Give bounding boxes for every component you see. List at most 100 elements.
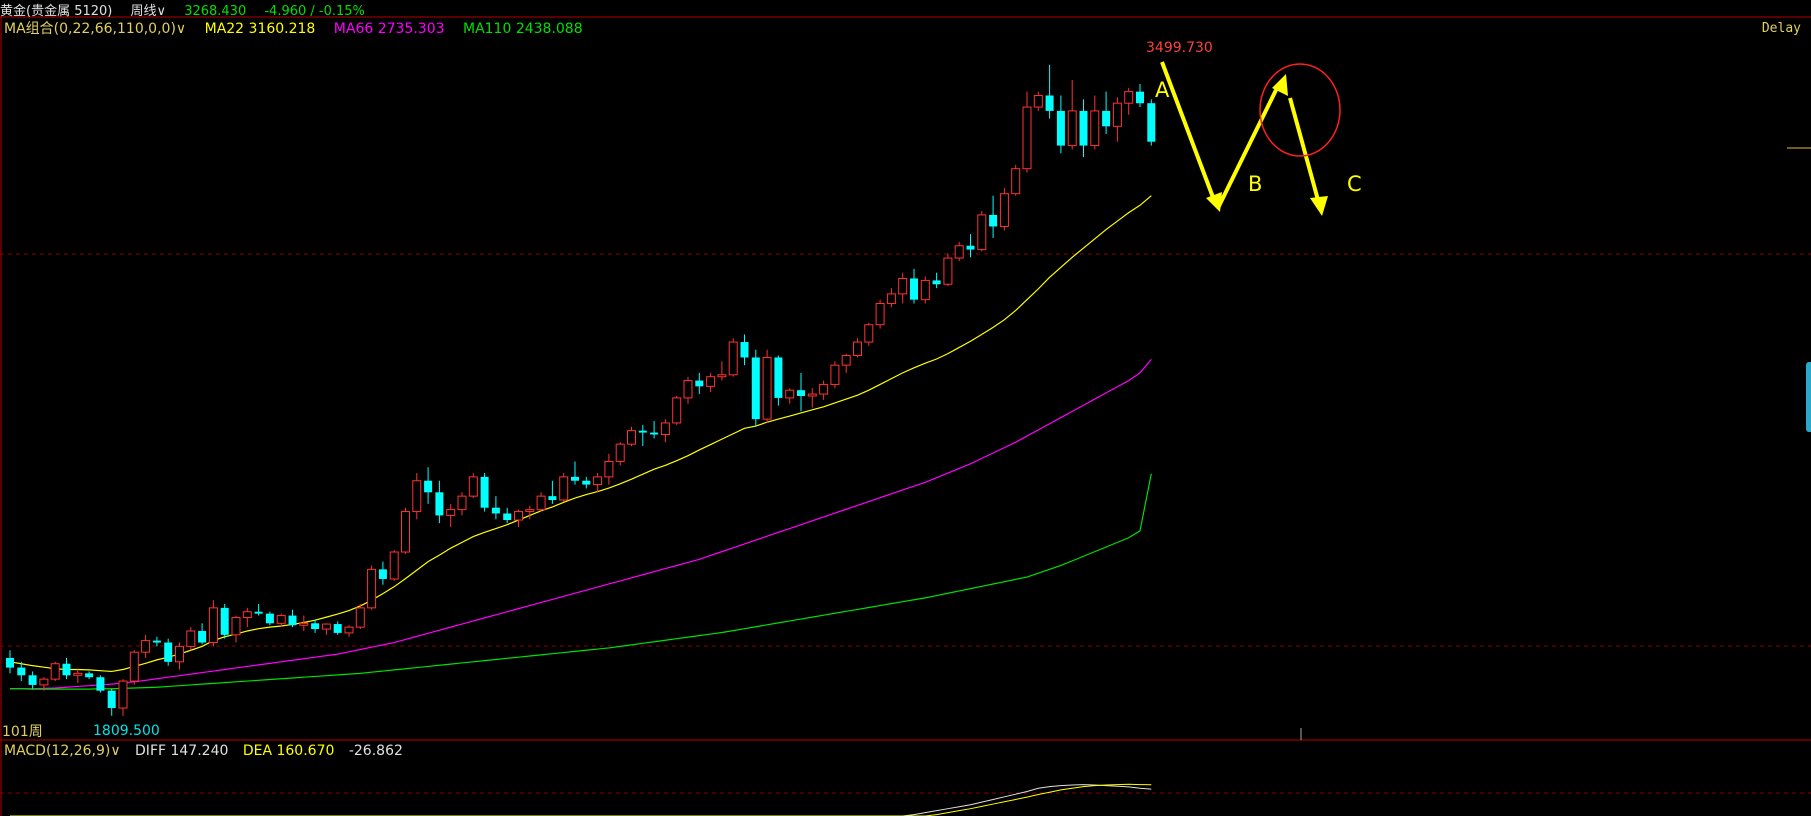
candle-down — [1147, 103, 1156, 142]
candle-down — [932, 280, 941, 285]
candle-down — [797, 390, 805, 396]
candle-down — [1045, 95, 1054, 111]
candle-down — [152, 640, 161, 643]
candle-up — [943, 257, 953, 285]
candle-down — [96, 677, 105, 691]
candle-down — [751, 357, 760, 420]
candle-down — [378, 569, 387, 579]
candle-down — [638, 430, 647, 433]
ma-indicator-label: MA组合(0,22,66,110,0,0) — [4, 21, 176, 37]
candle-up — [706, 376, 716, 387]
candle-down — [17, 667, 26, 676]
candle-up — [920, 279, 930, 301]
high-price-label: 3499.730 — [1146, 40, 1213, 56]
candle-down — [62, 663, 71, 676]
side-panel-handle[interactable] — [1806, 362, 1811, 432]
candle-up — [1124, 91, 1134, 104]
candle-up — [525, 509, 535, 513]
candle-down — [6, 657, 14, 668]
candle-down — [288, 615, 297, 626]
candle-up — [514, 511, 523, 521]
ma22-value: MA22 3160.218 — [204, 21, 316, 37]
candle-up — [1033, 94, 1043, 108]
candle-down — [571, 476, 579, 481]
candle-up — [977, 214, 987, 251]
candle-up — [875, 303, 885, 326]
instrument-name[interactable]: 黄金(贵金属 5120) — [0, 0, 112, 19]
candle-down — [28, 675, 37, 685]
macd-indicator-selector[interactable]: MACD(12,26,9)∨ — [4, 743, 121, 759]
ma66-value: MA66 2735.303 — [333, 21, 445, 37]
chevron-down-icon: ∨ — [110, 743, 121, 759]
macd-dea-value: DEA 160.670 — [242, 743, 335, 759]
candle-up — [355, 607, 365, 628]
candle-up — [321, 623, 331, 630]
candle-up — [1022, 106, 1032, 170]
candle-up — [50, 663, 60, 680]
candle-down — [333, 624, 342, 633]
candle-up — [468, 476, 478, 497]
candle-up — [1067, 110, 1077, 147]
candle-up — [853, 341, 862, 357]
candle-up — [208, 607, 218, 644]
candle-up — [344, 626, 354, 634]
candle-up — [1011, 168, 1021, 195]
macd-legend: MACD(12,26,9)∨ DIFF 147.240 DEA 160.670 … — [4, 743, 413, 759]
candle-up — [593, 476, 603, 486]
candle-up — [898, 277, 908, 295]
wave-a-arrow — [1160, 61, 1216, 201]
candle-up — [717, 374, 727, 378]
candle-up — [886, 293, 896, 305]
candle-up — [175, 645, 184, 663]
candle-down — [491, 507, 500, 514]
candle-down — [1056, 110, 1065, 146]
candle-up — [660, 422, 670, 436]
candle-down — [220, 607, 229, 635]
candle-up — [615, 443, 625, 462]
candle-down — [164, 642, 173, 662]
candle-up — [841, 355, 851, 366]
bar-count-label: 101周 — [2, 724, 43, 740]
ma66-line — [10, 358, 1152, 690]
moving-average-lines — [9, 195, 1152, 690]
candle-down — [107, 690, 116, 709]
candle-up — [683, 380, 693, 399]
candle-up — [627, 430, 636, 445]
candle-up — [728, 341, 738, 376]
candle-down — [254, 611, 263, 614]
candle-up — [999, 193, 1009, 227]
candle-up — [299, 622, 309, 626]
candle-down — [989, 214, 998, 227]
candle-up — [807, 393, 817, 397]
macd-indicator-label: MACD(12,26,9) — [4, 743, 111, 759]
candle-up — [231, 617, 241, 636]
candle-down — [740, 342, 749, 358]
candle-up — [1112, 102, 1122, 127]
candle-down — [1136, 91, 1144, 104]
candle-down — [582, 480, 591, 485]
candle-down — [548, 496, 557, 500]
candle-up — [412, 480, 422, 513]
candle-up — [672, 397, 682, 424]
ma110-value: MA110 2438.088 — [462, 21, 583, 37]
candle-up — [39, 678, 49, 686]
wave-c-arrow — [1288, 97, 1320, 201]
chevron-down-icon: ∨ — [175, 21, 187, 37]
period-label: 周线 — [130, 4, 157, 19]
macd-dea-line — [10, 783, 1152, 816]
chevron-down-icon: ∨ — [156, 4, 167, 19]
low-price-label: 1809.500 — [93, 723, 160, 739]
ma-indicator-selector[interactable]: MA组合(0,22,66,110,0,0)∨ — [4, 21, 186, 37]
chart-canvas[interactable] — [0, 0, 1811, 816]
quote-header: 黄金(贵金属 5120) 周线∨ 3268.430 -4.960 / -0.15… — [0, 0, 379, 19]
price-change: -4.960 / -0.15% — [264, 4, 365, 19]
candle-up — [604, 460, 614, 478]
candle-up — [276, 615, 286, 624]
macd-diff-line — [10, 784, 1152, 816]
candle-down — [910, 278, 918, 300]
last-price: 3268.430 — [184, 4, 247, 19]
candle-up — [118, 680, 128, 709]
wave-a-label: A — [1155, 78, 1170, 102]
period-selector[interactable]: 周线∨ — [131, 0, 167, 19]
candle-up — [785, 389, 795, 399]
